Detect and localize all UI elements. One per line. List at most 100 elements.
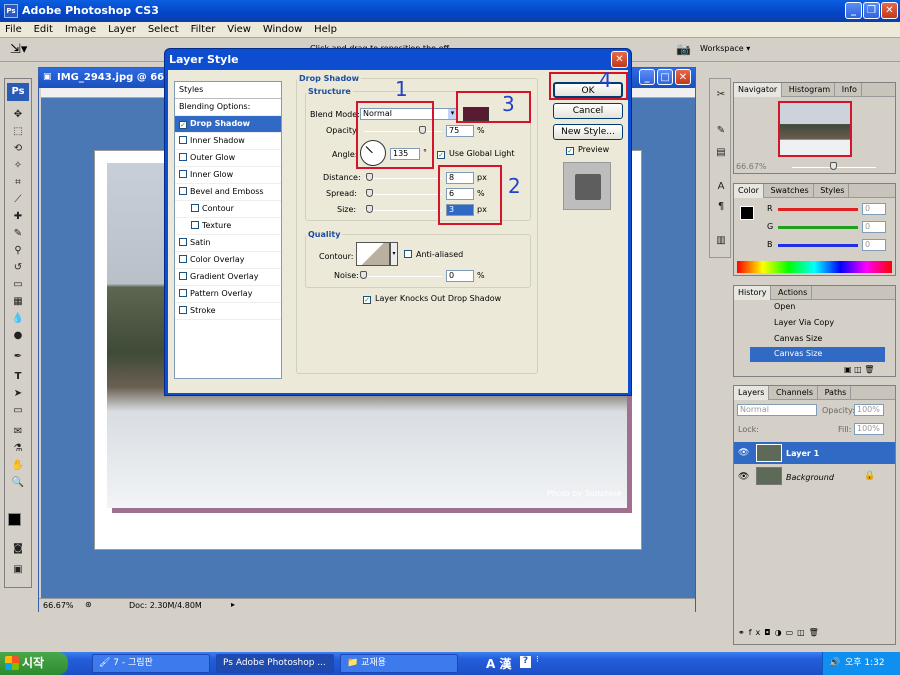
style-item-pattern-overlay[interactable]: Pattern Overlay [175, 286, 281, 303]
tab-paths[interactable]: Paths [821, 386, 852, 400]
styles-header[interactable]: Styles [175, 82, 281, 99]
history-item[interactable]: Layer Via Copy [774, 318, 834, 327]
dodge-tool-icon[interactable]: ● [9, 328, 27, 343]
tools-preset-icon[interactable]: ✂ [712, 87, 730, 102]
style-item-checkbox[interactable] [179, 170, 187, 178]
layer-comps-icon[interactable]: ▥ [712, 233, 730, 248]
opacity-field[interactable]: 75 [446, 125, 474, 137]
move-tool-icon[interactable]: ✥ [9, 107, 27, 122]
shape-tool-icon[interactable]: ▭ [9, 403, 27, 418]
noise-slider-knob[interactable] [360, 271, 367, 279]
layer-name[interactable]: Layer 1 [786, 449, 819, 458]
doc-minimize-button[interactable]: _ [639, 69, 655, 85]
healing-brush-icon[interactable]: ✚ [9, 209, 27, 224]
tab-color[interactable]: Color [734, 184, 764, 198]
style-item-gradient-overlay[interactable]: Gradient Overlay [175, 269, 281, 286]
style-item-checkbox[interactable] [179, 255, 187, 263]
brush-tool-icon[interactable]: ✎ [9, 226, 27, 241]
size-slider[interactable] [364, 210, 442, 211]
contour-picker[interactable] [356, 242, 390, 266]
style-item-checkbox[interactable] [179, 121, 187, 129]
spread-slider-knob[interactable] [366, 189, 373, 197]
style-item-checkbox[interactable] [179, 289, 187, 297]
layer-name[interactable]: Background [786, 473, 834, 482]
blue-channel-value[interactable]: 0 [862, 239, 886, 251]
style-item-checkbox[interactable] [179, 238, 187, 246]
lasso-tool-icon[interactable]: ⟲ [9, 141, 27, 156]
color-spectrum-bar[interactable] [737, 261, 892, 273]
style-item-checkbox[interactable] [179, 306, 187, 314]
close-button[interactable]: ✕ [881, 2, 898, 19]
quick-mask-icon[interactable]: ◙ [9, 541, 27, 556]
foreground-color-swatch[interactable] [8, 513, 21, 526]
doc-maximize-button[interactable]: □ [657, 69, 673, 85]
anti-aliased-checkbox[interactable] [404, 250, 415, 260]
menu-layer[interactable]: Layer [103, 22, 140, 35]
tab-swatches[interactable]: Swatches [766, 184, 814, 198]
eraser-tool-icon[interactable]: ▭ [9, 277, 27, 292]
history-buttons-icon[interactable]: ▣ ◫ 🗑 [844, 365, 874, 374]
bridge-icon[interactable]: 📷 [676, 42, 691, 56]
style-item-texture[interactable]: Texture [175, 218, 281, 235]
crop-tool-icon[interactable]: ⌗ [9, 175, 27, 190]
brushes-icon[interactable]: ✎ [712, 123, 730, 138]
tab-histogram[interactable]: Histogram [785, 83, 836, 97]
dialog-close-button[interactable]: ✕ [611, 51, 628, 68]
restore-button[interactable]: ❐ [863, 2, 880, 19]
screen-mode-icon[interactable]: ▣ [9, 562, 27, 577]
history-item[interactable]: Canvas Size [774, 334, 822, 343]
zoom-readout[interactable]: 66.67% [43, 601, 74, 610]
layer-fill-field[interactable]: 100% [854, 423, 884, 435]
style-item-inner-shadow[interactable]: Inner Shadow [175, 133, 281, 150]
style-item-checkbox[interactable] [179, 136, 187, 144]
clone-stamp-icon[interactable]: ⚲ [9, 243, 27, 258]
tab-navigator[interactable]: Navigator [734, 83, 783, 97]
layer-buttons-icon[interactable]: ⚭fx◘◑▭◫🗑 [738, 628, 823, 637]
eyedropper-tool-icon[interactable]: ⚗ [9, 441, 27, 456]
status-menu-arrow-icon[interactable]: ▸ [231, 600, 235, 609]
history-brush-icon[interactable]: ↺ [9, 260, 27, 275]
ime-help-icon[interactable]: ? [520, 656, 531, 668]
pen-tool-icon[interactable]: ✒ [9, 349, 27, 364]
character-panel-icon[interactable]: A [712, 179, 730, 194]
eye-icon[interactable]: 👁 [738, 472, 749, 482]
knockout-checkbox[interactable] [363, 294, 374, 304]
style-item-checkbox[interactable] [179, 272, 187, 280]
noise-slider[interactable] [364, 276, 442, 277]
blue-channel-slider[interactable] [778, 244, 858, 247]
size-slider-knob[interactable] [366, 205, 373, 213]
move-tool-icon[interactable]: ⇲▾ [10, 42, 27, 57]
menu-select[interactable]: Select [143, 22, 183, 35]
distance-slider-knob[interactable] [366, 173, 373, 181]
noise-field[interactable]: 0 [446, 270, 474, 282]
style-item-color-overlay[interactable]: Color Overlay [175, 252, 281, 269]
eye-icon[interactable]: 👁 [738, 448, 749, 458]
volume-icon[interactable]: 🔊 [829, 652, 840, 674]
status-icon[interactable]: ⊛ [85, 600, 92, 609]
notes-tool-icon[interactable]: ✉ [9, 424, 27, 439]
style-item-inner-glow[interactable]: Inner Glow [175, 167, 281, 184]
minimize-button[interactable]: _ [845, 2, 862, 19]
style-item-checkbox[interactable] [179, 187, 187, 195]
menu-window[interactable]: Window [258, 22, 306, 35]
tab-channels[interactable]: Channels [772, 386, 819, 400]
style-item-contour[interactable]: Contour [175, 201, 281, 218]
history-item[interactable]: Open [774, 302, 795, 311]
style-item-drop-shadow[interactable]: Drop Shadow [175, 116, 281, 133]
menu-edit[interactable]: Edit [29, 22, 57, 35]
taskbar-item-paint[interactable]: 🖌 7 - 그림판 [92, 654, 210, 673]
style-item-checkbox[interactable] [191, 204, 199, 212]
menu-image[interactable]: Image [60, 22, 100, 35]
red-channel-value[interactable]: 0 [862, 203, 886, 215]
spread-slider[interactable] [364, 194, 442, 195]
type-tool-icon[interactable]: T [9, 369, 27, 384]
color-foreground-swatch[interactable] [740, 206, 754, 220]
tab-layers[interactable]: Layers [734, 386, 770, 400]
preview-checkbox[interactable] [566, 145, 577, 155]
navigator-zoom-knob[interactable] [830, 162, 837, 170]
blur-tool-icon[interactable]: 💧 [9, 311, 27, 326]
green-channel-slider[interactable] [778, 226, 858, 229]
path-select-icon[interactable]: ➤ [9, 386, 27, 401]
tab-styles[interactable]: Styles [816, 184, 850, 198]
brush-preset-icon[interactable]: ▤ [712, 145, 730, 160]
